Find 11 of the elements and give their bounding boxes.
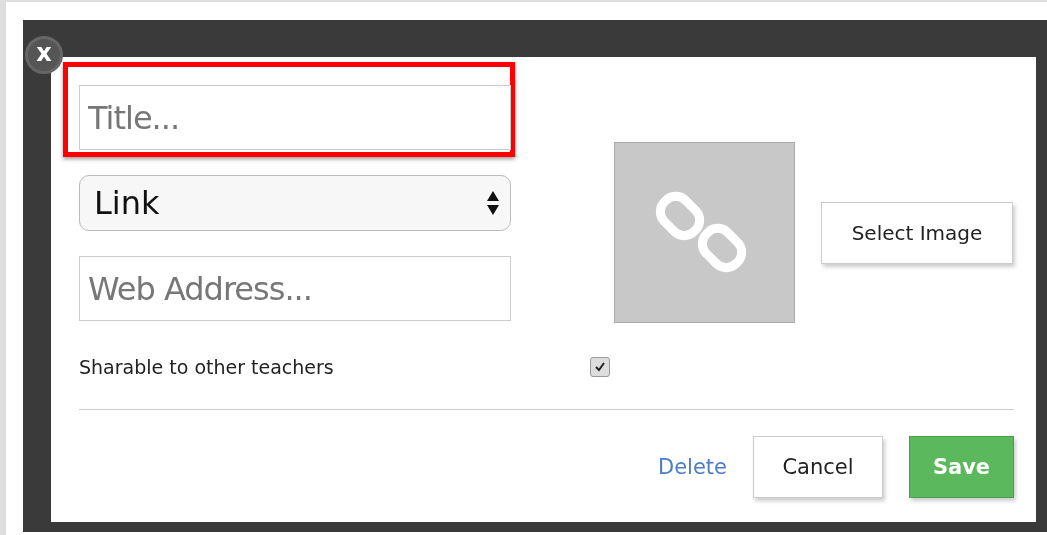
sort-arrows-icon xyxy=(486,190,500,216)
title-field[interactable]: Title... xyxy=(79,85,511,150)
share-label: Sharable to other teachers xyxy=(79,356,335,378)
share-checkbox[interactable] xyxy=(590,357,610,377)
delete-link[interactable]: Delete xyxy=(658,455,727,479)
web-address-field[interactable]: Web Address... xyxy=(79,256,511,321)
checkmark-icon xyxy=(595,362,605,372)
select-image-button[interactable]: Select Image xyxy=(821,202,1013,264)
type-dropdown[interactable]: Link xyxy=(79,175,511,231)
close-button[interactable]: x xyxy=(25,36,63,74)
cancel-button[interactable]: Cancel xyxy=(753,436,883,498)
